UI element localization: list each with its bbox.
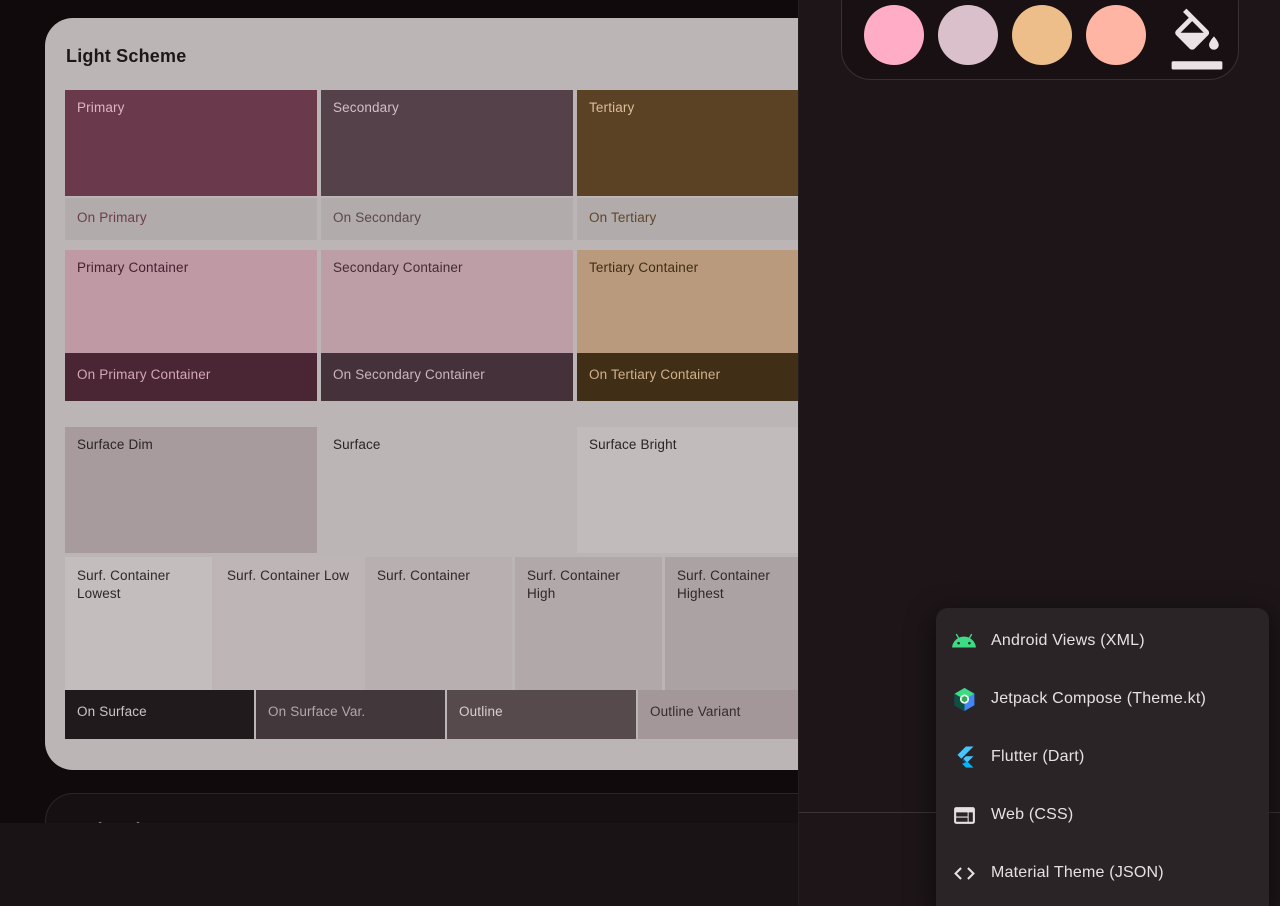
swatch-surface-bright[interactable]: Surface Bright [577,427,798,553]
swatch-label: Surface Bright [589,437,677,452]
swatch-label: Surface Dim [77,437,153,452]
surface-container-row: Surf. Container Lowest Surf. Container L… [65,557,798,690]
swatch-surface-container[interactable]: Surf. Container [365,557,512,690]
swatch-on-tertiary[interactable]: On Tertiary [577,198,798,240]
swatch-on-surface-variant[interactable]: On Surface Var. [256,690,445,739]
seed-swatch-salmon[interactable] [1086,5,1146,65]
swatch-on-tertiary-container[interactable]: On Tertiary Container [577,353,798,401]
menu-item-flutter[interactable]: Flutter (Dart) [936,728,1269,786]
code-brackets-icon [951,860,977,886]
surface-row: Surface Dim Surface Surface Bright [65,427,798,553]
paint-bucket-icon[interactable] [1168,8,1226,72]
light-scheme-card: Light Scheme Primary Secondary Tertiary … [45,18,798,770]
swatch-on-surface[interactable]: On Surface [65,690,254,739]
swatch-label: On Primary Container [77,367,211,382]
swatch-label: Outline [459,704,503,719]
swatch-label: Outline Variant [650,704,741,719]
swatch-secondary[interactable]: Secondary [321,90,573,196]
swatch-label: Tertiary Container [589,260,698,275]
container-colors-row: Primary Container Secondary Container Te… [65,250,798,353]
swatch-tertiary[interactable]: Tertiary [577,90,798,196]
menu-item-android-views[interactable]: Android Views (XML) [936,612,1269,670]
swatch-label: On Surface [77,704,147,719]
swatch-label: On Secondary [333,210,421,225]
swatch-surface-dim[interactable]: Surface Dim [65,427,317,553]
menu-item-label: Jetpack Compose (Theme.kt) [991,690,1206,708]
flutter-icon [951,744,977,770]
swatch-on-primary-container[interactable]: On Primary Container [65,353,317,401]
swatch-label: On Secondary Container [333,367,485,382]
seed-swatch-tan[interactable] [1012,5,1072,65]
swatch-label: Primary Container [77,260,188,275]
swatch-label: Primary [77,100,125,115]
menu-item-label: Material Theme (JSON) [991,864,1164,882]
menu-item-web[interactable]: Web (CSS) [936,786,1269,844]
swatch-label: Secondary [333,100,399,115]
main-colors-row: Primary Secondary Tertiary [65,90,798,196]
fold-band [0,823,798,906]
android-icon [951,628,977,654]
menu-item-jetpack-compose[interactable]: Jetpack Compose (Theme.kt) [936,670,1269,728]
swatch-primary[interactable]: Primary [65,90,317,196]
swatch-surface-container-high[interactable]: Surf. Container High [515,557,662,690]
menu-item-label: Flutter (Dart) [991,748,1084,766]
swatch-label: On Tertiary Container [589,367,720,382]
swatch-label: Surface [333,437,381,452]
menu-item-material-theme[interactable]: Material Theme (JSON) [936,844,1269,902]
swatch-on-primary[interactable]: On Primary [65,198,317,240]
swatch-label: Surf. Container Lowest [77,567,200,603]
on-container-colors-row: On Primary Container On Secondary Contai… [65,353,798,401]
web-icon [951,802,977,828]
seed-palette-bar [841,0,1239,80]
swatch-label: Surf. Container [377,567,470,585]
swatch-on-secondary[interactable]: On Secondary [321,198,573,240]
swatch-outline-variant[interactable]: Outline Variant [638,690,798,739]
on-surface-row: On Surface On Surface Var. Outline Outli… [65,690,798,739]
swatch-label: Surf. Container Highest [677,567,798,603]
swatch-label: On Primary [77,210,147,225]
swatch-outline[interactable]: Outline [447,690,636,739]
swatch-surface-container-highest[interactable]: Surf. Container Highest [665,557,798,690]
swatch-label: On Tertiary [589,210,656,225]
swatch-label: Secondary Container [333,260,463,275]
side-panel: Android Views (XML) Jetpack Compose (The… [798,0,1280,906]
jetpack-compose-icon [951,686,977,712]
swatch-primary-container[interactable]: Primary Container [65,250,317,353]
on-colors-row: On Primary On Secondary On Tertiary [65,196,798,240]
swatch-surface-container-lowest[interactable]: Surf. Container Lowest [65,557,212,690]
menu-item-label: Web (CSS) [991,806,1073,824]
swatch-secondary-container[interactable]: Secondary Container [321,250,573,353]
swatch-label: On Surface Var. [268,704,365,719]
light-scheme-title: Light Scheme [66,44,798,68]
swatch-on-secondary-container[interactable]: On Secondary Container [321,353,573,401]
swatch-label: Tertiary [589,100,634,115]
swatch-surface[interactable]: Surface [321,427,573,553]
swatch-label: Surf. Container Low [227,567,349,585]
menu-item-label: Android Views (XML) [991,632,1145,650]
swatch-surface-container-low[interactable]: Surf. Container Low [215,557,362,690]
swatch-tertiary-container[interactable]: Tertiary Container [577,250,798,353]
swatch-label: Surf. Container High [527,567,650,603]
seed-swatch-mauve[interactable] [938,5,998,65]
seed-swatch-pink[interactable] [864,5,924,65]
export-menu: Android Views (XML) Jetpack Compose (The… [936,608,1269,906]
